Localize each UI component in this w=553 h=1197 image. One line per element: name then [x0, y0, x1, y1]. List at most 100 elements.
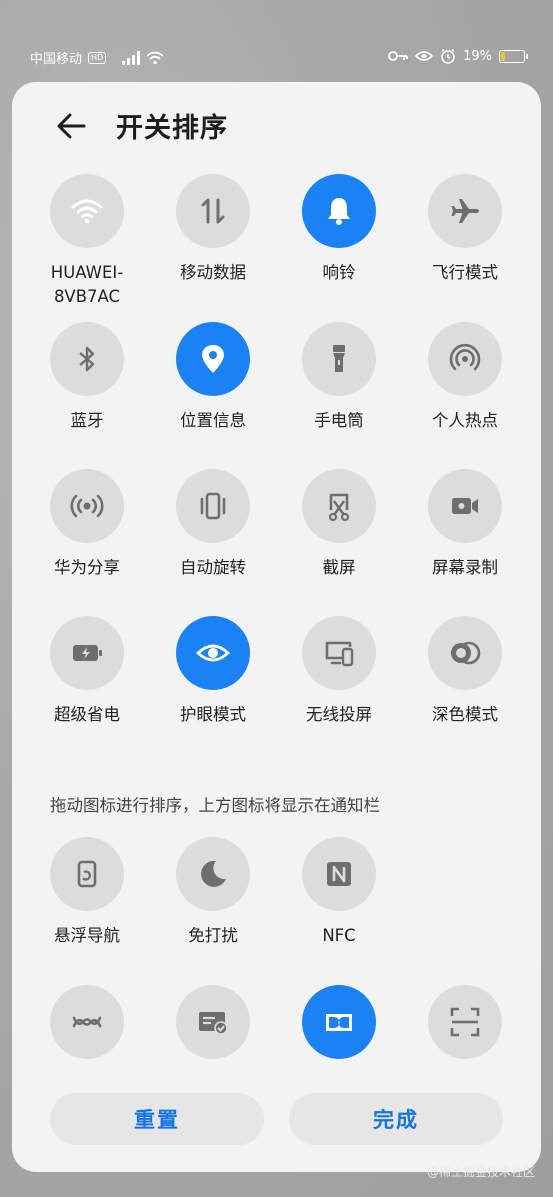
tile-label: 超级省电 [54, 705, 120, 724]
tile-screen-record[interactable]: 屏幕录制 [410, 469, 520, 580]
tile-label: 手电筒 [314, 411, 364, 430]
hd-badge: HD [88, 51, 107, 64]
tile-circle[interactable] [428, 985, 502, 1059]
battery-saver-icon [73, 645, 102, 661]
dark-mode-icon [451, 641, 481, 665]
status-right: 19% [388, 48, 528, 64]
tile-circle[interactable] [176, 174, 250, 248]
tile-dolby[interactable] [284, 985, 394, 1059]
bluetooth-icon [79, 346, 95, 372]
wireless-projection-icon [325, 641, 354, 667]
tile-eye-comfort[interactable]: 护眼模式 [158, 616, 268, 727]
reset-button[interactable]: 重置 [50, 1093, 264, 1145]
bell-icon [328, 198, 350, 225]
tile-nfc[interactable]: NFC [284, 837, 394, 948]
tile-circle[interactable] [176, 985, 250, 1059]
tile-wifi[interactable]: HUAWEI- 8VB7AC [32, 174, 142, 309]
tile-battery-saver[interactable]: 超级省电 [32, 616, 142, 727]
tile-circle[interactable] [428, 322, 502, 396]
tile-circle[interactable] [302, 174, 376, 248]
status-left: 中国移动 HD [30, 48, 164, 67]
tile-ring[interactable]: 响铃 [284, 174, 394, 285]
battery-percent: 19% [463, 48, 492, 64]
dolby-icon [326, 1014, 352, 1031]
tile-bluetooth[interactable]: 蓝牙 [32, 322, 142, 433]
tile-label: 响铃 [322, 263, 356, 282]
tile-circle[interactable] [50, 616, 124, 690]
screenshot-icon [328, 493, 350, 522]
tile-hotspot[interactable]: 个人热点 [410, 322, 520, 433]
tile-location[interactable]: 位置信息 [158, 322, 268, 433]
tile-label: 免打扰 [188, 926, 238, 945]
tile-screenshot[interactable]: 截屏 [284, 469, 394, 580]
tile-card[interactable] [158, 985, 268, 1059]
tile-label: 屏幕录制 [432, 558, 498, 577]
tile-circle[interactable] [50, 322, 124, 396]
tile-circle[interactable] [428, 616, 502, 690]
arrow-left-icon[interactable] [54, 108, 90, 144]
eye-comfort-icon [196, 644, 230, 662]
tile-label: HUAWEI- 8VB7AC [50, 263, 124, 306]
tile-circle[interactable] [50, 469, 124, 543]
tile-circle[interactable] [428, 469, 502, 543]
tile-label: 深色模式 [432, 705, 498, 724]
tile-circle[interactable] [176, 837, 250, 911]
tile-label: 无线投屏 [306, 705, 372, 724]
tile-label: 护眼模式 [180, 705, 246, 724]
tile-label: 华为分享 [54, 558, 120, 577]
tile-do-not-disturb[interactable]: 免打扰 [158, 837, 268, 948]
wifi-icon [146, 51, 164, 64]
tile-flashlight[interactable]: 手电筒 [284, 322, 394, 433]
tile-mobile-data[interactable]: 移动数据 [158, 174, 268, 285]
tile-circle[interactable] [428, 174, 502, 248]
header: 开关排序 [12, 82, 541, 172]
key-icon [388, 51, 408, 61]
tile-circle[interactable] [302, 616, 376, 690]
moon-icon [201, 860, 226, 887]
tile-circle[interactable] [302, 837, 376, 911]
card-check-icon [199, 1012, 228, 1035]
screen-record-icon [452, 498, 478, 514]
sort-hint: 拖动图标进行排序，上方图标将显示在通知栏 [50, 796, 380, 815]
tile-circle[interactable] [302, 985, 376, 1059]
page-title: 开关排序 [116, 113, 228, 144]
tile-label: 移动数据 [180, 263, 246, 282]
tile-label: 蓝牙 [70, 411, 104, 430]
tile-label: 截屏 [322, 558, 356, 577]
hotspot-icon [449, 343, 481, 371]
tile-label: 悬浮导航 [54, 926, 120, 945]
eye-icon [415, 51, 434, 61]
done-button[interactable]: 完成 [289, 1093, 503, 1145]
tile-circle[interactable] [176, 616, 250, 690]
tile-floating-nav[interactable]: 悬浮导航 [32, 837, 142, 948]
sort-switches-panel: 开关排序 HUAWEI- 8VB7AC 移动数据 响铃 飞行模式 蓝牙 位置信息 … [12, 82, 541, 1172]
tile-dark-mode[interactable]: 深色模式 [410, 616, 520, 727]
wifi-icon [71, 199, 103, 224]
share-icon [70, 494, 104, 518]
tile-circle[interactable] [302, 469, 376, 543]
location-icon [202, 345, 224, 373]
scan-icon [450, 1007, 480, 1037]
tile-label: 自动旋转 [180, 558, 246, 577]
tile-auto-rotate[interactable]: 自动旋转 [158, 469, 268, 580]
tile-circle[interactable] [302, 322, 376, 396]
tile-huawei-share[interactable]: 华为分享 [32, 469, 142, 580]
tile-airplane[interactable]: 飞行模式 [410, 174, 520, 285]
tile-label: 位置信息 [180, 411, 246, 430]
tile-wireless-projection[interactable]: 无线投屏 [284, 616, 394, 727]
nfc-icon [327, 862, 351, 886]
tile-circle[interactable] [50, 174, 124, 248]
auto-rotate-icon [200, 492, 226, 520]
watermark: @稀土掘金技术社区 [426, 1165, 535, 1179]
status-bar: 中国移动 HD 19% [0, 0, 553, 70]
alarm-icon [441, 48, 455, 64]
floating-nav-icon [77, 860, 97, 888]
tile-scan[interactable] [410, 985, 520, 1059]
tile-circle[interactable] [50, 837, 124, 911]
tile-link[interactable] [32, 985, 142, 1059]
carrier-name: 中国移动 [30, 52, 83, 67]
tile-circle[interactable] [50, 985, 124, 1059]
tile-circle[interactable] [176, 322, 250, 396]
tile-label: NFC [322, 926, 356, 945]
tile-circle[interactable] [176, 469, 250, 543]
